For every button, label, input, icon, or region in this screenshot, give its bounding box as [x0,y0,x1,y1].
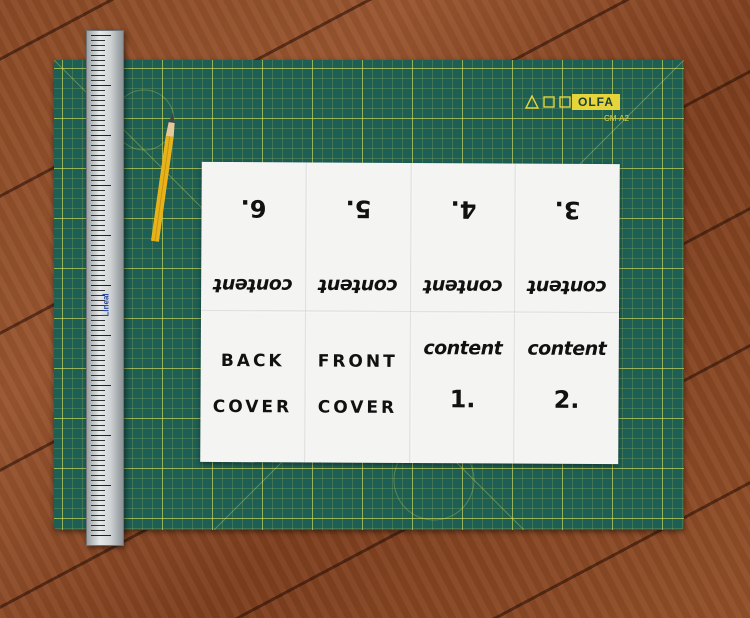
panel-word: content [318,274,398,297]
content-2-panel: content 2. [514,314,619,463]
page-panel-6: content 6. [201,162,306,311]
panel-line1: FRONT [317,351,398,372]
panel-line2: 1. [449,385,476,414]
panel-word: content [527,275,607,299]
page-panel-3: content 3. [515,164,620,313]
front-cover-panel: FRONT COVER [305,312,410,461]
panel-line1: content [423,337,503,360]
panel-word: content [423,275,503,298]
ruler-ticks-major [91,35,111,539]
back-cover-panel: BACK COVER [200,312,305,461]
ruler-brand-label: Lineal [101,293,111,317]
mat-brand-logo: OLFA [572,94,620,110]
folded-paper-leaflet: content 6. content 5. content 4. content… [200,161,620,465]
panel-number: 6. [240,194,267,223]
metal-ruler: Lineal [86,30,124,546]
panel-number: 4. [450,195,477,224]
mat-model-label: CM-A2 [604,114,629,123]
content-1-panel: content 1. [410,313,515,462]
panel-line1: content [527,337,607,361]
panel-line2: 2. [553,385,580,414]
panel-line1: BACK [220,351,285,372]
panel-number: 3. [554,195,581,224]
panel-number: 5. [345,194,372,223]
panel-line2: COVER [212,396,293,418]
page-panel-5: content 5. [306,162,411,311]
panel-word: content [213,273,293,297]
page-panel-4: content 4. [411,163,516,312]
panel-line2: COVER [317,397,398,418]
